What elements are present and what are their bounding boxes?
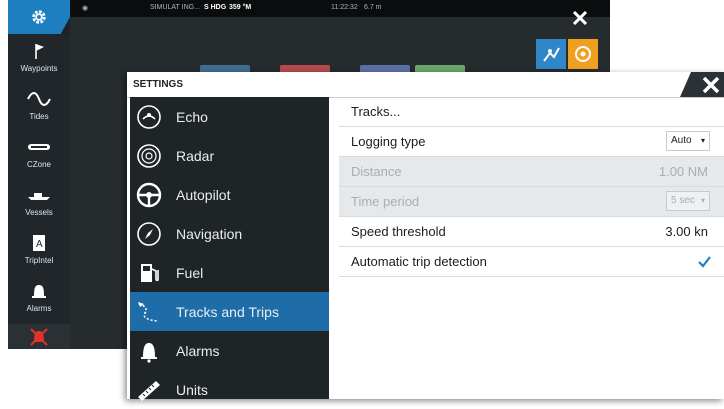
distance-value: 1.00 NM (658, 164, 708, 179)
left-sidebar: Waypoints Tides CZone Vessels A TripInte… (8, 34, 70, 324)
category-autopilot[interactable]: Autopilot (130, 175, 329, 214)
sidebar-item-vessels[interactable]: Vessels (8, 180, 70, 226)
alarm-status-button[interactable] (8, 324, 70, 349)
sidebar-item-waypoints[interactable]: Waypoints (8, 36, 70, 82)
alarm-off-icon (30, 327, 48, 346)
distance-row: Distance 1.00 NM (339, 157, 724, 187)
sidebar-item-tides[interactable]: Tides (8, 84, 70, 130)
sidebar-item-label: Tides (29, 112, 49, 121)
sidebar-item-label: Vessels (25, 208, 53, 217)
tracks-icon (138, 301, 158, 322)
category-radar[interactable]: Radar (130, 136, 329, 175)
category-label: Alarms (176, 342, 220, 359)
close-icon (702, 76, 720, 93)
option-label: Distance (351, 164, 402, 179)
category-label: Tracks and Trips (176, 303, 279, 320)
sidebar-item-tripintel[interactable]: A TripIntel (8, 228, 70, 274)
source-label: SIMULAT ING... (150, 4, 200, 11)
option-label: Automatic trip detection (351, 254, 487, 269)
logging-type-row[interactable]: Logging type Auto ▾ (339, 127, 724, 157)
chevron-down-icon: ▾ (700, 136, 705, 145)
close-icon (573, 11, 587, 25)
distance-readout: 6.7 m (364, 4, 382, 11)
sidebar-item-label: Alarms (26, 304, 52, 313)
clock: 11:22:32 (331, 4, 358, 11)
category-fuel[interactable]: Fuel (130, 253, 329, 292)
tripintel-icon: A (33, 235, 45, 251)
select-value: 5 sec (671, 195, 695, 206)
flag-icon (35, 44, 44, 59)
logging-type-select[interactable]: Auto ▾ (666, 131, 710, 151)
top-close-button[interactable] (560, 3, 600, 33)
gear-icon (32, 10, 46, 24)
category-echo[interactable]: Echo (130, 97, 329, 136)
heading-label: S HDG (204, 4, 227, 11)
category-label: Autopilot (176, 186, 231, 203)
speed-threshold-row[interactable]: Speed threshold 3.00 kn (339, 217, 724, 247)
vessel-icon (28, 193, 50, 200)
category-label: Units (176, 381, 208, 398)
category-alarms[interactable]: Alarms (130, 331, 329, 370)
gps-button[interactable] (568, 39, 598, 69)
sidebar-item-label: TripIntel (24, 256, 54, 265)
settings-header: SETTINGS (127, 72, 724, 98)
time-period-select: 5 sec ▾ (666, 191, 710, 211)
satellite-icon: ◉ (82, 5, 89, 12)
heading-value: 359 °M (229, 4, 252, 11)
select-value: Auto (671, 135, 692, 146)
category-units[interactable]: Units (130, 370, 329, 409)
category-navigation[interactable]: Navigation (130, 214, 329, 253)
chevron-down-icon: ▾ (700, 196, 705, 205)
settings-title: SETTINGS (133, 79, 184, 90)
target-icon (575, 46, 591, 62)
sidebar-item-label: Waypoints (20, 64, 58, 73)
category-label: Fuel (176, 264, 204, 281)
chart-icon (543, 47, 560, 62)
category-label: Navigation (176, 225, 243, 242)
tracks-menu-item[interactable]: Tracks... (339, 97, 724, 127)
category-label: Echo (176, 108, 208, 125)
sidebar-item-czone[interactable]: CZone (8, 132, 70, 178)
speed-threshold-value[interactable]: 3.00 kn (665, 224, 708, 239)
category-tracks-and-trips[interactable]: Tracks and Trips (130, 292, 329, 331)
settings-gear-button[interactable] (8, 0, 70, 34)
echo-icon (137, 104, 161, 129)
settings-close-button[interactable] (680, 72, 724, 97)
auto-trip-checkbox[interactable] (697, 254, 712, 269)
status-bar: ◉ SIMULAT ING... S HDG 359 °M 11:22:32 6… (8, 0, 610, 17)
steering-wheel-icon (136, 182, 162, 207)
time-period-row: Time period 5 sec ▾ (339, 187, 724, 217)
settings-category-list: Echo Radar Autopilot Navigation Fuel Tra… (130, 97, 329, 401)
option-label: Logging type (351, 134, 426, 149)
option-label: Tracks... (351, 104, 401, 119)
radar-icon (137, 143, 161, 168)
tide-wave-icon (27, 92, 51, 106)
chart-mode-button[interactable] (536, 39, 566, 69)
category-label: Radar (176, 147, 215, 164)
checkmark-icon (698, 256, 711, 268)
sidebar-item-label: CZone (26, 160, 51, 169)
settings-dialog: SETTINGS Echo Radar Autopilot Navigation… (127, 72, 724, 401)
svg-text:A: A (36, 239, 43, 250)
bell-icon (141, 342, 157, 363)
option-label: Speed threshold (351, 224, 446, 239)
option-label: Time period (351, 194, 420, 209)
auto-trip-row[interactable]: Automatic trip detection (339, 247, 724, 277)
czone-icon (28, 144, 50, 150)
compass-icon (137, 221, 161, 246)
bell-icon (32, 285, 46, 298)
fuel-pump-icon (141, 263, 159, 282)
sidebar-item-alarms[interactable]: Alarms (8, 276, 70, 322)
